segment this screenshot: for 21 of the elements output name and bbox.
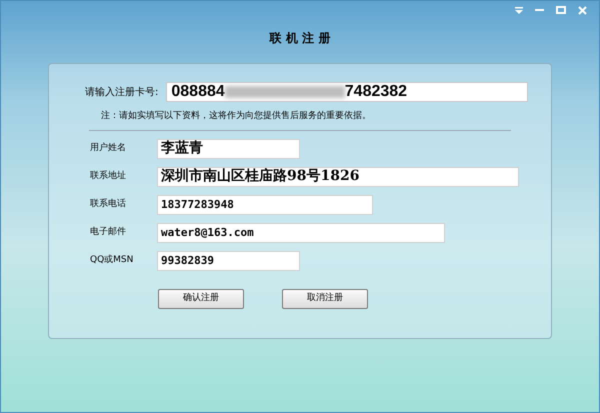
card-number-field[interactable]: 088884 7482382 (166, 82, 528, 102)
window-title: 联 机 注 册 (270, 30, 330, 47)
field-label: 用户姓名 (89, 142, 127, 155)
input-field[interactable]: water8@163.com (157, 222, 445, 242)
card-number-end: 7482382 (344, 82, 408, 102)
field-label: 联系地址 (89, 170, 127, 183)
action-button[interactable]: 确认注册 (158, 288, 244, 308)
card-number-start: 088884 (171, 82, 225, 102)
action-button[interactable]: 取消注册 (282, 288, 368, 308)
input-field[interactable]: 深圳市南山区桂庙路98号1826 (157, 166, 519, 186)
note-text: 注：请如实填写以下资料，这将作为向您提供售后服务的重要依据。 (101, 110, 372, 123)
card-number-label: 请输入注册卡号: (85, 86, 158, 100)
close-icon[interactable] (578, 6, 587, 14)
dropdown-icon[interactable] (515, 6, 523, 14)
maximize-icon[interactable] (556, 6, 566, 14)
field-label: 电子邮件 (89, 226, 127, 239)
field-label: 联系电话 (89, 198, 127, 211)
field-label: QQ或MSN (89, 254, 134, 267)
input-field[interactable]: 李蓝青 (157, 138, 300, 158)
input-field[interactable]: 18377283948 (157, 194, 373, 214)
input-field[interactable]: 99382839 (157, 250, 300, 270)
